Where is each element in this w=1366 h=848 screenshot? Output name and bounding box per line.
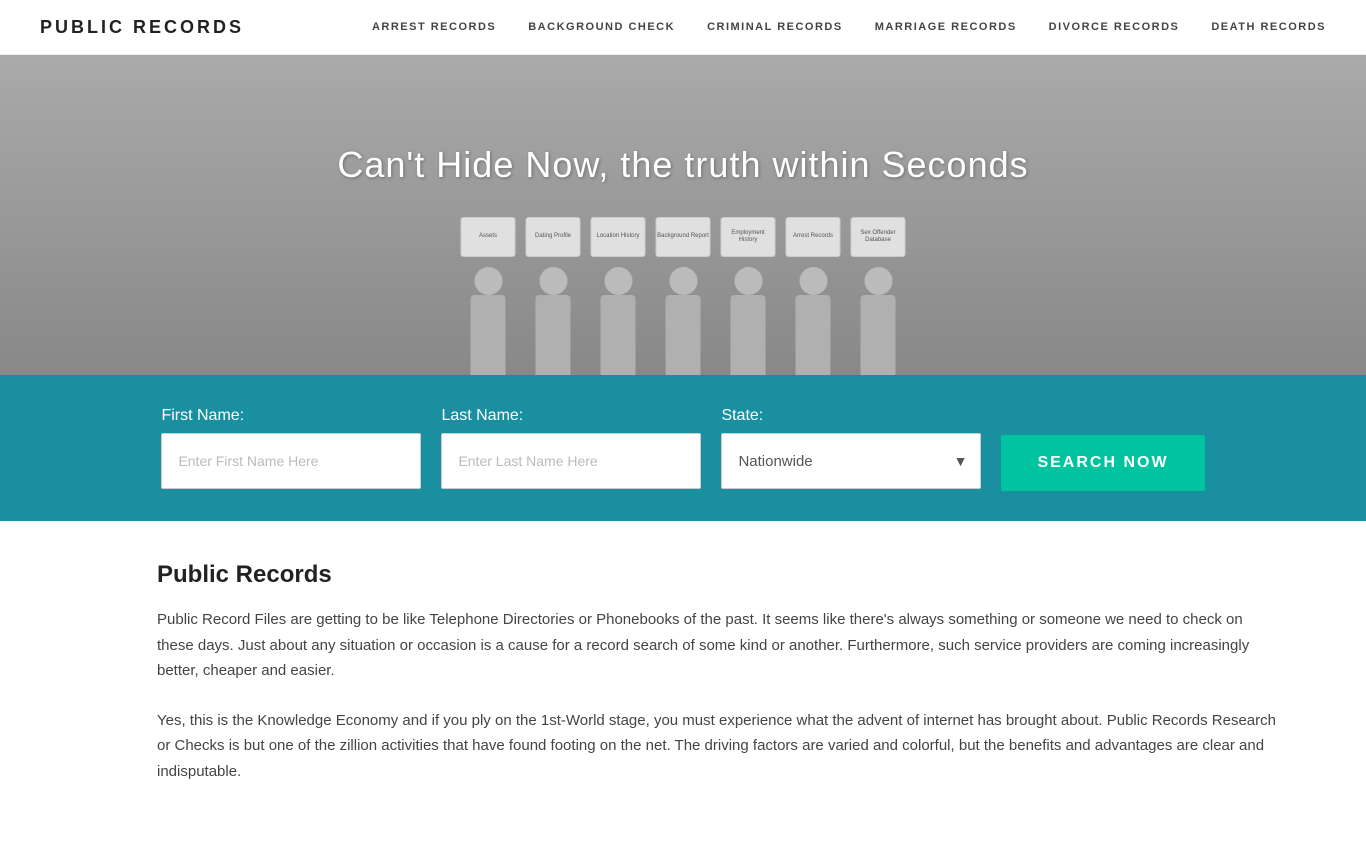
site-logo: PUBLIC RECORDS xyxy=(40,17,244,38)
head-4 xyxy=(669,267,697,295)
person-5: Employment History xyxy=(721,227,776,375)
sign-text-2: Dating Profile xyxy=(535,233,571,240)
state-field: State: NationwideAlabamaAlaskaArizonaArk… xyxy=(721,407,981,489)
sign-5: Employment History xyxy=(721,217,776,257)
sign-text-1: Assets xyxy=(479,233,497,240)
sign-text-7: Sex Offender Database xyxy=(852,230,905,244)
state-select[interactable]: NationwideAlabamaAlaskaArizonaArkansasCa… xyxy=(721,433,981,489)
sign-text-3: Location History xyxy=(596,233,639,240)
person-3: Location History xyxy=(591,227,646,375)
body-3 xyxy=(601,295,636,375)
nav-marriage-records[interactable]: MARRIAGE RECORDS xyxy=(875,21,1017,33)
first-name-field: First Name: xyxy=(161,407,421,489)
body-1 xyxy=(471,295,506,375)
nav-death-records[interactable]: DEATH RECORDS xyxy=(1211,21,1326,33)
head-1 xyxy=(474,267,502,295)
head-2 xyxy=(539,267,567,295)
last-name-field: Last Name: xyxy=(441,407,701,489)
head-3 xyxy=(604,267,632,295)
state-label: State: xyxy=(721,407,763,425)
content-paragraph-2: Yes, this is the Knowledge Economy and i… xyxy=(157,708,1283,785)
hero-title: Can't Hide Now, the truth within Seconds xyxy=(337,144,1028,186)
nav-criminal-records[interactable]: CRIMINAL RECORDS xyxy=(707,21,843,33)
content-paragraph-1: Public Record Files are getting to be li… xyxy=(157,607,1283,684)
sign-1: Assets xyxy=(461,217,516,257)
head-7 xyxy=(864,267,892,295)
nav-arrest-records[interactable]: ARREST RECORDS xyxy=(372,21,496,33)
first-name-input[interactable] xyxy=(161,433,421,489)
person-6: Arrest Records xyxy=(786,227,841,375)
first-name-label: First Name: xyxy=(161,407,244,425)
body-7 xyxy=(861,295,896,375)
hero-people: Assets Dating Profile Location History B… xyxy=(461,227,906,375)
last-name-label: Last Name: xyxy=(441,407,523,425)
person-1: Assets xyxy=(461,227,516,375)
head-5 xyxy=(734,267,762,295)
main-nav: ARREST RECORDS BACKGROUND CHECK CRIMINAL… xyxy=(372,21,1326,33)
site-header: PUBLIC RECORDS ARREST RECORDS BACKGROUND… xyxy=(0,0,1366,55)
person-2: Dating Profile xyxy=(526,227,581,375)
body-4 xyxy=(666,295,701,375)
content-heading: Public Records xyxy=(157,561,1283,589)
person-7: Sex Offender Database xyxy=(851,227,906,375)
sign-text-5: Employment History xyxy=(722,230,775,244)
sign-2: Dating Profile xyxy=(526,217,581,257)
nav-divorce-records[interactable]: DIVORCE RECORDS xyxy=(1049,21,1180,33)
state-select-container: NationwideAlabamaAlaskaArizonaArkansasCa… xyxy=(721,433,981,489)
sign-7: Sex Offender Database xyxy=(851,217,906,257)
main-content: Public Records Public Record Files are g… xyxy=(43,521,1323,848)
search-now-button[interactable]: SEARCH NOW xyxy=(1001,435,1204,491)
sign-4: Background Report xyxy=(656,217,711,257)
last-name-input[interactable] xyxy=(441,433,701,489)
search-bar: First Name: Last Name: State: Nationwide… xyxy=(0,375,1366,521)
sign-3: Location History xyxy=(591,217,646,257)
person-4: Background Report xyxy=(656,227,711,375)
sign-text-4: Background Report xyxy=(657,233,709,240)
nav-background-check[interactable]: BACKGROUND CHECK xyxy=(528,21,675,33)
body-6 xyxy=(796,295,831,375)
body-5 xyxy=(731,295,766,375)
hero-section: Can't Hide Now, the truth within Seconds… xyxy=(0,55,1366,375)
sign-text-6: Arrest Records xyxy=(793,233,833,240)
head-6 xyxy=(799,267,827,295)
body-2 xyxy=(536,295,571,375)
sign-6: Arrest Records xyxy=(786,217,841,257)
